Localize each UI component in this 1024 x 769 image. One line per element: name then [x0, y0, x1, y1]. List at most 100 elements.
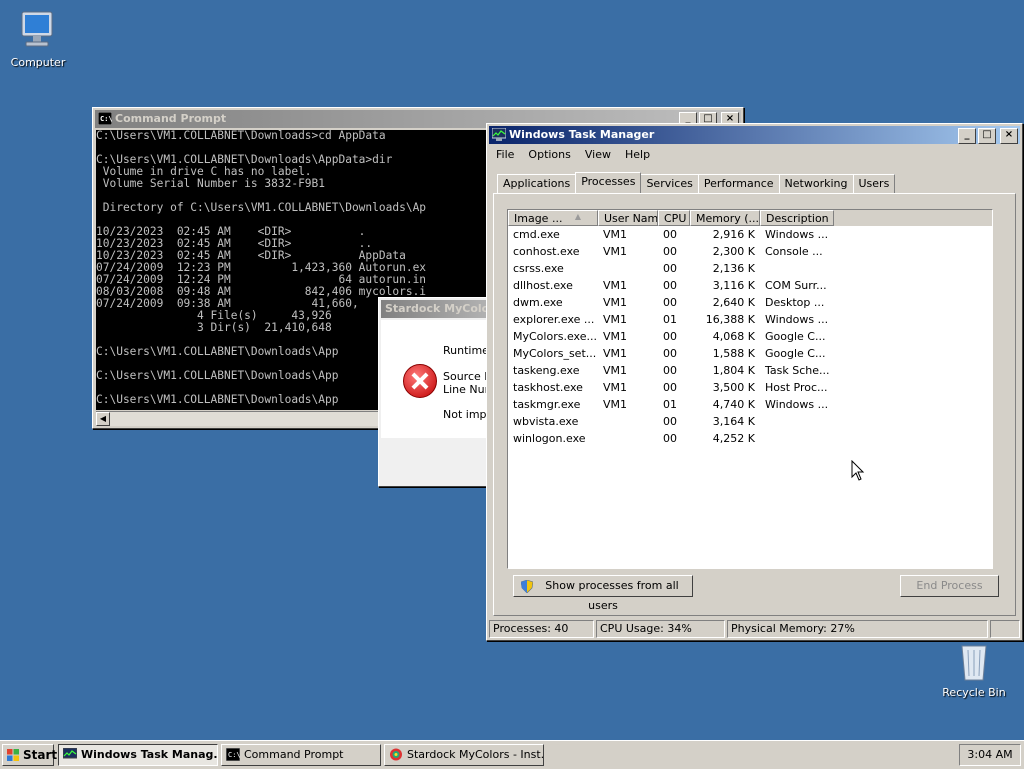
tab-applications[interactable]: Applications — [497, 174, 577, 193]
tab-services[interactable]: Services — [640, 174, 699, 193]
task-manager-title: Windows Task Manager — [509, 128, 655, 141]
cell-user: VM1 — [603, 245, 628, 258]
cell-cpu: 00 — [663, 347, 677, 360]
table-row[interactable]: taskhost.exe VM1 00 3,500 K Host Proc... — [508, 379, 992, 396]
cmd-icon: C:\ — [226, 748, 240, 761]
cell-user: VM1 — [603, 228, 628, 241]
column-header-memory[interactable]: Memory (... — [690, 210, 760, 226]
table-row[interactable]: winlogon.exe 00 4,252 K — [508, 430, 992, 447]
menu-file[interactable]: File — [489, 146, 521, 164]
taskbar-item-task-manager[interactable]: Windows Task Manag... — [58, 744, 218, 766]
tab-networking[interactable]: Networking — [778, 174, 854, 193]
tab-users[interactable]: Users — [852, 174, 896, 193]
table-row[interactable]: taskmgr.exe VM1 01 4,740 K Windows ... — [508, 396, 992, 413]
task-manager-icon — [492, 128, 506, 141]
cell-mem: 4,252 K — [712, 432, 755, 445]
svg-text:C:\: C:\ — [228, 751, 240, 759]
cell-mem: 2,916 K — [712, 228, 755, 241]
cell-mem: 2,300 K — [712, 245, 755, 258]
cell-image: conhost.exe — [513, 245, 580, 258]
desktop-icon-computer[interactable]: Computer — [0, 10, 78, 69]
table-row[interactable]: MyColors.exe... VM1 00 4,068 K Google C... — [508, 328, 992, 345]
computer-icon — [14, 10, 62, 54]
cell-desc: Google C... — [765, 330, 826, 343]
process-rows: cmd.exe VM1 00 2,916 K Windows ... conhost.ex… — [508, 226, 992, 447]
minimize-button[interactable]: _ — [958, 128, 976, 144]
cell-desc: Task Sche... — [765, 364, 830, 377]
cell-desc: Host Proc... — [765, 381, 828, 394]
cell-image: dwm.exe — [513, 296, 563, 309]
cell-image: taskhost.exe — [513, 381, 583, 394]
tab-performance[interactable]: Performance — [697, 174, 780, 193]
system-clock[interactable]: 3:04 AM — [959, 744, 1021, 766]
process-list[interactable]: Image ...▲ User Name CPU Memory (... Des… — [507, 209, 993, 569]
cell-desc: Windows ... — [765, 398, 829, 411]
show-all-processes-button[interactable]: Show processes from all users — [513, 575, 693, 612]
table-row[interactable]: taskeng.exe VM1 00 1,804 K Task Sche... — [508, 362, 992, 379]
menu-help[interactable]: Help — [618, 146, 657, 164]
cell-image: explorer.exe ... — [513, 313, 595, 326]
windows-flag-icon — [7, 749, 19, 761]
cell-cpu: 00 — [663, 279, 677, 292]
cell-mem: 3,500 K — [712, 381, 755, 394]
table-row[interactable]: dwm.exe VM1 00 2,640 K Desktop ... — [508, 294, 992, 311]
task-manager-titlebar[interactable]: Windows Task Manager _ □ × — [489, 126, 1020, 144]
maximize-button[interactable]: □ — [978, 128, 996, 144]
cmd-title: Command Prompt — [115, 112, 227, 125]
start-button[interactable]: Start — [2, 744, 57, 766]
tab-processes[interactable]: Processes — [575, 172, 642, 193]
cell-user — [598, 260, 658, 277]
cell-cpu: 00 — [663, 228, 677, 241]
column-header-description[interactable]: Description — [760, 210, 834, 226]
end-process-button[interactable]: End Process — [900, 575, 999, 597]
cell-user — [598, 413, 658, 430]
table-row[interactable]: MyColors_set... VM1 00 1,588 K Google C... — [508, 345, 992, 362]
cell-cpu: 00 — [663, 245, 677, 258]
cell-image: MyColors.exe... — [513, 330, 597, 343]
column-header-user[interactable]: User Name — [598, 210, 658, 226]
cell-mem: 16,388 K — [705, 313, 755, 326]
taskbar-item-command-prompt[interactable]: C:\ Command Prompt — [221, 744, 381, 766]
cell-cpu: 00 — [663, 364, 677, 377]
cell-user — [598, 430, 658, 447]
task-manager-window[interactable]: Windows Task Manager _ □ × File Options … — [486, 123, 1023, 641]
taskbar-item-stardock[interactable]: Stardock MyColors - Inst... — [384, 744, 544, 766]
cell-image: taskmgr.exe — [513, 398, 581, 411]
mycolors-icon — [390, 748, 402, 761]
menu-options[interactable]: Options — [521, 146, 577, 164]
menu-view[interactable]: View — [578, 146, 618, 164]
cell-desc: Google C... — [765, 347, 826, 360]
cell-image: dllhost.exe — [513, 279, 573, 292]
column-header-image[interactable]: Image ... ▲ — [508, 210, 598, 226]
menu-bar: File Options View Help — [489, 146, 1020, 164]
cell-desc — [760, 260, 834, 277]
table-row[interactable]: cmd.exe VM1 00 2,916 K Windows ... — [508, 226, 992, 243]
dialog-source-text: Source F — [443, 370, 491, 383]
column-header-cpu[interactable]: CPU — [658, 210, 690, 226]
table-row[interactable]: conhost.exe VM1 00 2,300 K Console ... — [508, 243, 992, 260]
cell-mem: 2,640 K — [712, 296, 755, 309]
error-icon — [403, 364, 437, 398]
table-row[interactable]: explorer.exe ... VM1 01 16,388 K Windows ... — [508, 311, 992, 328]
cell-mem: 1,804 K — [712, 364, 755, 377]
table-row[interactable]: wbvista.exe 00 3,164 K — [508, 413, 992, 430]
cell-cpu: 01 — [663, 398, 677, 411]
scroll-left-icon[interactable]: ◀ — [96, 412, 110, 426]
resize-grip[interactable] — [990, 620, 1020, 638]
cell-mem: 2,136 K — [712, 262, 755, 275]
close-button[interactable]: × — [1000, 128, 1018, 144]
cell-desc: Windows ... — [765, 313, 829, 326]
cell-cpu: 01 — [663, 313, 677, 326]
cell-image: csrss.exe — [513, 262, 564, 275]
cell-user: VM1 — [603, 313, 628, 326]
table-row[interactable]: csrss.exe 00 2,136 K — [508, 260, 992, 277]
cell-cpu: 00 — [663, 432, 677, 445]
process-list-header: Image ...▲ User Name CPU Memory (... Des… — [508, 210, 992, 226]
table-row[interactable]: dllhost.exe VM1 00 3,116 K COM Surr... — [508, 277, 992, 294]
cell-desc: Windows ... — [765, 228, 829, 241]
cell-user: VM1 — [603, 330, 628, 343]
dialog-runtime-text: Runtime — [443, 344, 489, 357]
desktop-icon-recycle-bin[interactable]: Recycle Bin — [934, 640, 1014, 699]
tab-strip: Applications Processes Services Performa… — [497, 172, 896, 193]
cell-image: cmd.exe — [513, 228, 560, 241]
